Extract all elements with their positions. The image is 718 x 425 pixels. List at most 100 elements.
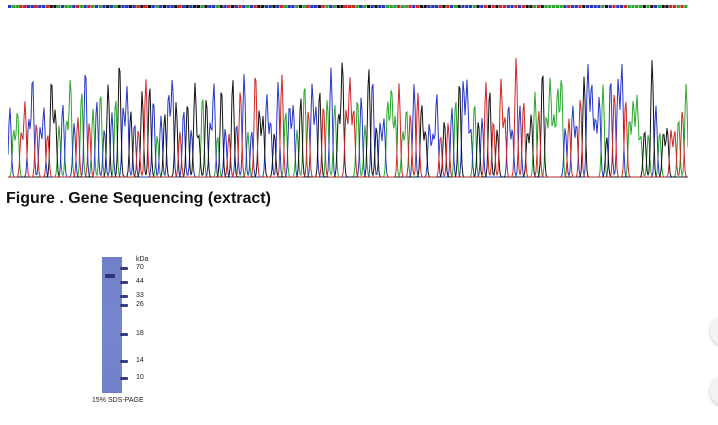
quality-bar: [631, 5, 635, 8]
quality-bar: [170, 5, 174, 8]
quality-bar: [370, 5, 374, 8]
quality-bar: [491, 5, 495, 8]
quality-bar: [230, 5, 235, 8]
quality-bar: [185, 5, 189, 8]
quality-bar: [178, 5, 182, 8]
quality-bar: [325, 5, 329, 8]
quality-bar: [438, 5, 442, 8]
quality-bar: [72, 5, 76, 8]
marker-band: [120, 281, 128, 284]
quality-bar: [200, 5, 204, 8]
quality-bar: [291, 5, 295, 8]
kda-unit-label: kDa: [136, 256, 149, 263]
quality-bar: [453, 5, 457, 8]
quality-bar: [586, 5, 590, 8]
quality-bar: [268, 5, 272, 8]
marker-label: 44: [136, 278, 144, 285]
quality-bar: [117, 5, 121, 8]
quality-bar: [87, 5, 91, 8]
quality-bar: [53, 5, 57, 8]
quality-bar: [397, 5, 401, 8]
marker-label: 33: [136, 292, 144, 299]
quality-bar: [472, 5, 476, 8]
quality-bar: [480, 5, 484, 8]
quality-bar: [446, 5, 450, 8]
quality-bar: [552, 5, 556, 8]
marker-label: 18: [136, 330, 144, 337]
quality-bar: [450, 5, 454, 8]
quality-bar: [159, 5, 163, 8]
quality-bar: [79, 5, 83, 8]
quality-bar: [136, 5, 140, 8]
quality-bar: [15, 5, 19, 8]
quality-bar: [389, 5, 393, 8]
quality-bar: [582, 5, 586, 8]
quality-bar: [548, 5, 552, 8]
quality-bar: [151, 5, 155, 8]
quality-bar: [431, 5, 435, 8]
marker-label: 70: [136, 264, 144, 271]
quality-bar: [181, 5, 185, 8]
quality-bar: [416, 5, 420, 8]
quality-bar: [98, 5, 102, 8]
marker-band: [120, 377, 128, 380]
quality-bar: [601, 5, 605, 8]
quality-bar: [627, 5, 631, 8]
quality-bar: [113, 5, 117, 8]
quality-bar: [521, 5, 525, 8]
quality-bar: [540, 5, 544, 8]
marker-band: [120, 267, 128, 270]
marker-band: [120, 304, 128, 307]
quality-bar: [310, 5, 314, 8]
quality-bar: [94, 5, 99, 8]
quality-bar: [408, 5, 412, 8]
quality-bar: [672, 5, 677, 8]
quality-bar: [110, 5, 114, 8]
quality-bar: [378, 5, 382, 8]
quality-bar: [589, 5, 593, 8]
quality-bar: [567, 5, 571, 8]
quality-bar: [646, 5, 650, 8]
quality-bar: [287, 5, 291, 8]
quality-bar: [502, 5, 507, 8]
quality-bar: [283, 5, 287, 8]
quality-bar: [208, 5, 212, 8]
quality-bar: [106, 5, 110, 8]
quality-bar: [8, 5, 12, 8]
quality-bar: [76, 5, 80, 8]
quality-bar: [196, 5, 201, 8]
quality-bar: [332, 5, 337, 8]
quality-bar: [465, 5, 469, 8]
quality-bar: [257, 5, 261, 8]
quality-bar: [219, 5, 223, 8]
quality-bar: [355, 5, 359, 8]
floating-action-button-lower[interactable]: [710, 376, 718, 406]
quality-bar: [635, 5, 639, 8]
quality-bar: [321, 5, 325, 8]
quality-bar: [298, 5, 303, 8]
quality-bar: [442, 5, 446, 8]
quality-bar: [23, 5, 27, 8]
quality-bar: [132, 5, 136, 8]
quality-bar: [42, 5, 46, 8]
quality-bar: [393, 5, 397, 8]
sds-page-gel: kDa 70 44 33 26 18 14 10 15% SDS-PAGE: [88, 256, 168, 411]
quality-bar: [128, 5, 133, 8]
quality-bar: [654, 5, 658, 8]
quality-bar: [476, 5, 480, 8]
quality-bar: [544, 5, 548, 8]
marker-label: 14: [136, 357, 144, 364]
marker-band: [120, 295, 128, 298]
quality-bar: [162, 5, 167, 8]
quality-bar: [227, 5, 231, 8]
quality-bar: [26, 5, 31, 8]
quality-bar: [623, 5, 627, 8]
quality-bar: [174, 5, 178, 8]
quality-bar: [348, 5, 352, 8]
quality-bar: [563, 5, 567, 8]
floating-action-button-upper[interactable]: [710, 316, 718, 346]
quality-bar: [359, 5, 363, 8]
quality-bar: [680, 5, 684, 8]
quality-bar: [249, 5, 253, 8]
quality-bar: [11, 5, 15, 8]
